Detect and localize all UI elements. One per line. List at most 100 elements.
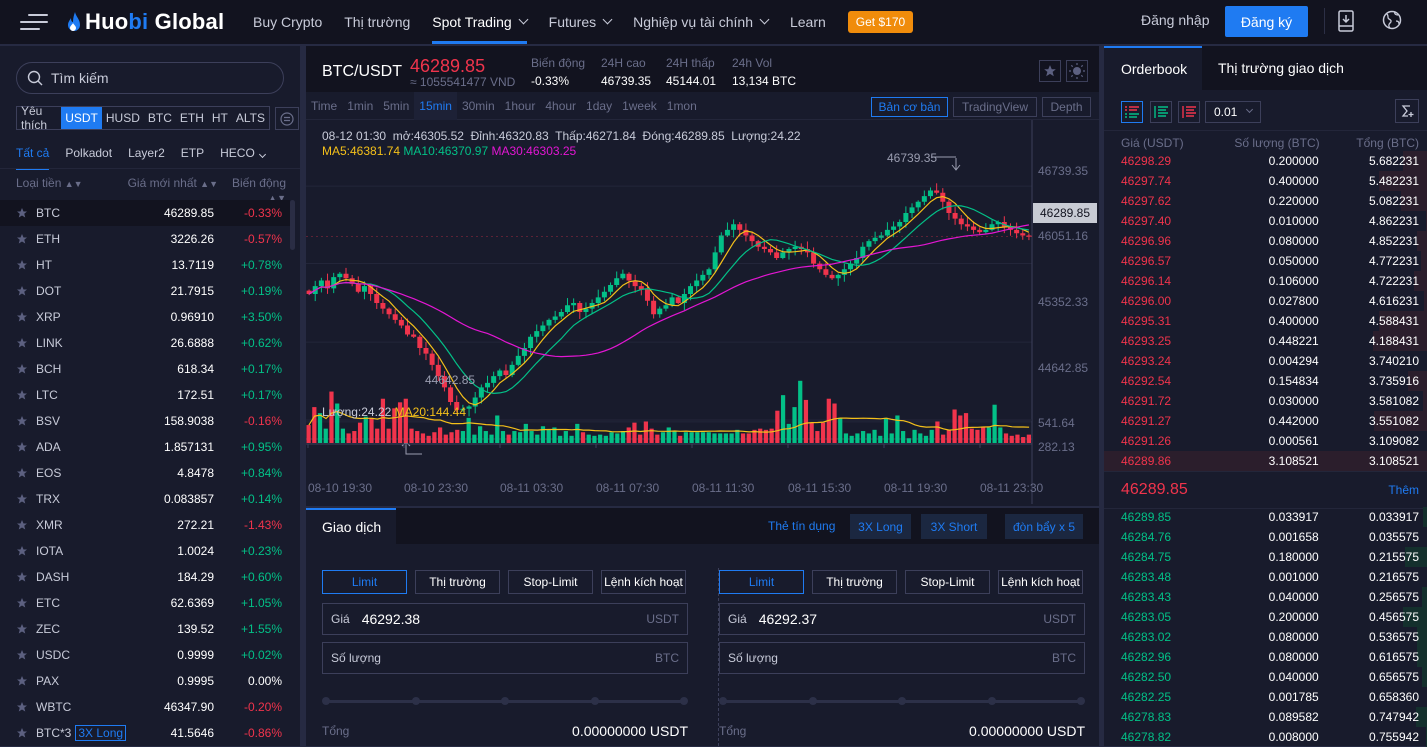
coin-row[interactable]: BCH618.34+0.17% <box>0 356 290 382</box>
quote-tab-yêu-thích[interactable]: Yêu thích <box>17 107 61 129</box>
coin-row[interactable]: USDC0.9999+0.02% <box>0 642 290 668</box>
precision-select[interactable]: 0.01 <box>1205 101 1261 123</box>
sell-amount-input[interactable]: Số lượngBTC <box>719 642 1085 674</box>
more-link[interactable]: Thêm <box>1388 483 1419 497</box>
bid-row[interactable]: 46283.430.0400000.256575 <box>1104 587 1427 607</box>
star-icon[interactable] <box>16 649 28 661</box>
period-1day[interactable]: 1day <box>581 92 617 120</box>
coin-row[interactable]: PAX0.99950.00% <box>0 668 290 694</box>
sum-button[interactable] <box>1395 99 1419 123</box>
quote-tab-ht[interactable]: HT <box>208 107 232 129</box>
sell-order-type-limit[interactable]: Limit <box>719 570 804 594</box>
buy-order-type-lệnh-kích-hoạt[interactable]: Lệnh kích hoạt <box>601 570 686 594</box>
star-icon[interactable] <box>16 701 28 713</box>
period-time[interactable]: Time <box>306 92 342 120</box>
margin-5x-button[interactable]: đòn bẩy x 5 <box>1005 514 1083 539</box>
3x-short-button[interactable]: 3X Short <box>921 514 987 539</box>
quote-tab-usdt[interactable]: USDT <box>61 107 102 129</box>
period-15min[interactable]: 15min <box>414 92 457 120</box>
sell-order-type-lệnh-kích-hoạt[interactable]: Lệnh kích hoạt <box>998 570 1083 594</box>
coin-row[interactable]: WBTC46347.90-0.20% <box>0 694 290 720</box>
promo-badge-button[interactable]: Get $170 <box>848 11 913 33</box>
coin-row[interactable]: HT13.7119+0.78% <box>0 252 290 278</box>
tab-market-trades[interactable]: Thị trường giao dịch <box>1218 46 1344 90</box>
coin-row[interactable]: LTC172.51+0.17% <box>0 382 290 408</box>
period-4hour[interactable]: 4hour <box>540 92 581 120</box>
candlestick-chart[interactable] <box>306 120 1099 504</box>
market-search[interactable] <box>16 62 284 94</box>
coin-row[interactable]: ADA1.857131+0.95% <box>0 434 290 460</box>
coin-row[interactable]: BTC46289.85-0.33% <box>0 200 290 226</box>
category-tab[interactable]: Polkadot <box>65 146 112 168</box>
favorite-button[interactable] <box>1039 60 1061 82</box>
buy-price-input[interactable]: Giá46292.38USDT <box>322 603 688 635</box>
period-5min[interactable]: 5min <box>378 92 414 120</box>
category-tab[interactable]: Layer2 <box>128 146 165 168</box>
ask-row[interactable]: 46296.140.1060004.722231 <box>1104 271 1427 291</box>
period-1week[interactable]: 1week <box>617 92 662 120</box>
globe-icon[interactable] <box>1382 10 1402 30</box>
ask-row[interactable]: 46297.620.2200005.082231 <box>1104 191 1427 211</box>
menu-icon[interactable] <box>20 14 48 30</box>
bid-row[interactable]: 46289.850.0339170.033917 <box>1104 507 1427 527</box>
ask-row[interactable]: 46297.740.4000005.482231 <box>1104 171 1427 191</box>
period-30min[interactable]: 30min <box>457 92 500 120</box>
star-icon[interactable] <box>16 545 28 557</box>
star-icon[interactable] <box>16 727 28 739</box>
quote-tab-btc[interactable]: BTC <box>144 107 176 129</box>
slider-step[interactable] <box>898 697 906 705</box>
signup-button[interactable]: Đăng ký <box>1225 6 1308 37</box>
bid-row[interactable]: 46283.480.0010000.216575 <box>1104 567 1427 587</box>
sell-price-value[interactable]: 46292.37 <box>759 611 1044 627</box>
ask-row[interactable]: 46297.400.0100004.862231 <box>1104 211 1427 231</box>
coin-row[interactable]: DOT21.7915+0.19% <box>0 278 290 304</box>
coin-row[interactable]: ZEC139.52+1.55% <box>0 616 290 642</box>
slider-step[interactable] <box>988 697 996 705</box>
buy-amount-input[interactable]: Số lượngBTC <box>322 642 688 674</box>
bid-row[interactable]: 46283.020.0800000.536575 <box>1104 627 1427 647</box>
view-both-button[interactable] <box>1121 101 1143 123</box>
scrollbar[interactable] <box>290 200 295 250</box>
star-icon[interactable] <box>16 623 28 635</box>
nav-spot-trading[interactable]: Spot Trading <box>432 0 526 44</box>
ask-row[interactable]: 46293.240.0042943.740210 <box>1104 351 1427 371</box>
sell-order-type-stop-limit[interactable]: Stop-Limit <box>905 570 990 594</box>
slider-step[interactable] <box>322 697 330 705</box>
filter-button[interactable] <box>275 107 299 130</box>
coin-row[interactable]: XRP0.96910+3.50% <box>0 304 290 330</box>
coin-row[interactable]: TRX0.083857+0.14% <box>0 486 290 512</box>
star-icon[interactable] <box>16 337 28 349</box>
star-icon[interactable] <box>16 571 28 583</box>
sell-order-type-thị-trường[interactable]: Thị trường <box>812 570 897 594</box>
theme-toggle-button[interactable] <box>1066 60 1088 82</box>
star-icon[interactable] <box>16 675 28 687</box>
star-icon[interactable] <box>16 207 28 219</box>
coin-row[interactable]: DASH184.29+0.60% <box>0 564 290 590</box>
bid-row[interactable]: 46282.500.0400000.656575 <box>1104 667 1427 687</box>
ask-row[interactable]: 46292.540.1548343.735916 <box>1104 371 1427 391</box>
category-tab[interactable]: Tất cả <box>16 146 49 168</box>
bid-row[interactable]: 46284.750.1800000.215575 <box>1104 547 1427 567</box>
ask-row[interactable]: 46295.310.4000004.588431 <box>1104 311 1427 331</box>
star-icon[interactable] <box>16 233 28 245</box>
star-icon[interactable] <box>16 389 28 401</box>
coin-row[interactable]: XMR272.21-1.43% <box>0 512 290 538</box>
slider-step[interactable] <box>719 697 727 705</box>
slider-step[interactable] <box>501 697 509 705</box>
bid-row[interactable]: 46282.250.0017850.658360 <box>1104 687 1427 707</box>
coin-row[interactable]: ETH3226.26-0.57% <box>0 226 290 252</box>
nav-learn[interactable]: Learn <box>790 0 826 44</box>
nav-markets[interactable]: Thị trường <box>344 0 410 44</box>
star-icon[interactable] <box>16 363 28 375</box>
slider-step[interactable] <box>680 697 688 705</box>
nav-buy-crypto[interactable]: Buy Crypto <box>253 0 322 44</box>
ask-row[interactable]: 46296.960.0800004.852231 <box>1104 231 1427 251</box>
3x-long-button[interactable]: 3X Long <box>850 514 911 539</box>
buy-price-value[interactable]: 46292.38 <box>362 611 647 627</box>
ask-row[interactable]: 46291.270.4420003.551082 <box>1104 411 1427 431</box>
bid-row[interactable]: 46284.760.0016580.035575 <box>1104 527 1427 547</box>
star-icon[interactable] <box>16 441 28 453</box>
star-icon[interactable] <box>16 285 28 297</box>
bid-row[interactable]: 46282.960.0800000.616575 <box>1104 647 1427 667</box>
buy-order-type-thị-trường[interactable]: Thị trường <box>415 570 500 594</box>
